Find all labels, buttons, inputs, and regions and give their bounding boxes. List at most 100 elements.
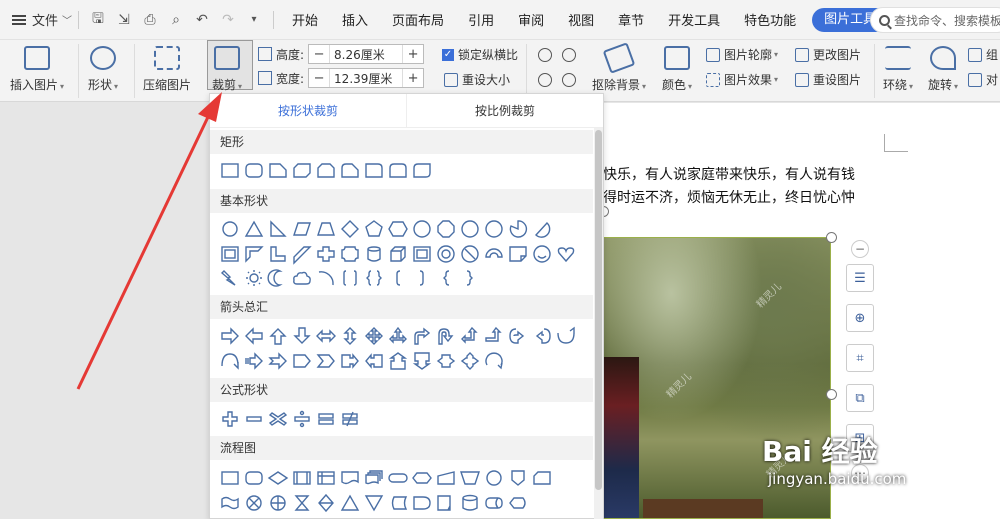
export-icon[interactable]: ⇲ [111, 7, 137, 33]
magnetic-disk-shape-icon[interactable] [458, 492, 482, 514]
curved-left-arrow-shape-icon[interactable] [530, 325, 554, 347]
left-right-arrow-shape-icon[interactable] [314, 325, 338, 347]
height-stepper[interactable]: − 8.26厘米 + [308, 44, 425, 64]
shape-button[interactable]: 形状 ▾ [88, 46, 118, 93]
manual-operation-shape-icon[interactable] [458, 467, 482, 489]
rectangle-shape-icon[interactable] [218, 160, 242, 182]
customize-quick-access-icon[interactable]: ▾ [241, 7, 267, 33]
heptagon-shape-icon[interactable] [410, 218, 434, 240]
decagon-shape-icon[interactable] [458, 218, 482, 240]
width-value[interactable]: 12.39厘米 [329, 69, 404, 87]
not-equal-shape-icon[interactable] [338, 408, 362, 430]
bent-up-arrow-shape-icon[interactable] [482, 325, 506, 347]
direct-access-storage-shape-icon[interactable] [482, 492, 506, 514]
contrast-down-icon[interactable] [562, 73, 576, 87]
remove-background-button[interactable]: 抠除背景 ▾ [592, 42, 646, 93]
search-input[interactable]: 查找命令、搜索模板 [870, 7, 1000, 33]
width-stepper[interactable]: − 12.39厘米 + [308, 68, 425, 88]
chord-shape-icon[interactable] [530, 218, 554, 240]
hexagon-shape-icon[interactable] [386, 218, 410, 240]
color-button[interactable]: 颜色 ▾ [662, 46, 692, 93]
rounded-rectangle-shape-icon[interactable] [242, 160, 266, 182]
l-shape-icon[interactable] [266, 243, 290, 265]
height-value[interactable]: 8.26厘米 [329, 45, 404, 63]
extract-shape-icon[interactable] [338, 492, 362, 514]
double-brace-shape-icon[interactable] [362, 267, 386, 289]
crop-button[interactable]: 裁剪 ▾ [212, 46, 242, 93]
process-shape-icon[interactable] [218, 467, 242, 489]
tab-references[interactable]: 引用 [456, 10, 506, 29]
cross-shape-icon[interactable] [314, 243, 338, 265]
group-button[interactable]: 组 [968, 46, 998, 63]
diagonal-stripe-shape-icon[interactable] [290, 243, 314, 265]
compress-picture-button[interactable]: 压缩图片 [143, 46, 191, 93]
triangle-shape-icon[interactable] [242, 218, 266, 240]
plus-shape-icon[interactable] [218, 408, 242, 430]
bent-arrow-shape-icon[interactable] [410, 325, 434, 347]
display-shape-icon[interactable] [506, 492, 530, 514]
collapse-toolbar-button[interactable]: − [851, 240, 869, 258]
striped-right-arrow-shape-icon[interactable] [242, 350, 266, 372]
right-arrow-shape-icon[interactable] [218, 325, 242, 347]
collate-shape-icon[interactable] [290, 492, 314, 514]
chevron-shape-icon[interactable] [314, 350, 338, 372]
terminator-shape-icon[interactable] [386, 467, 410, 489]
data-shape-icon[interactable] [290, 467, 314, 489]
tab-home[interactable]: 开始 [280, 10, 330, 29]
zoom-picture-button[interactable]: ⊕ [846, 304, 874, 332]
rotate-button[interactable]: 旋转 ▾ [928, 46, 958, 93]
left-right-up-arrow-shape-icon[interactable] [386, 325, 410, 347]
round-same-side-rectangle-shape-icon[interactable] [386, 160, 410, 182]
crop-float-button[interactable]: ⌗ [846, 344, 874, 372]
decrease-height-button[interactable]: − [309, 45, 329, 63]
folded-corner-shape-icon[interactable] [506, 243, 530, 265]
right-arrow-callout-shape-icon[interactable] [338, 350, 362, 372]
pie-shape-icon[interactable] [506, 218, 530, 240]
or-shape-icon[interactable] [266, 492, 290, 514]
parallelogram-shape-icon[interactable] [290, 218, 314, 240]
u-turn-arrow-shape-icon[interactable] [434, 325, 458, 347]
contrast-up-icon[interactable] [562, 48, 576, 62]
off-page-connector-shape-icon[interactable] [506, 467, 530, 489]
increase-width-button[interactable]: + [403, 69, 423, 87]
card-shape-icon[interactable] [530, 467, 554, 489]
stored-data-shape-icon[interactable] [386, 492, 410, 514]
lock-ratio-checkbox[interactable]: ✓ 锁定纵横比 [442, 46, 518, 63]
double-bracket-shape-icon[interactable] [338, 267, 362, 289]
merge-shape-icon[interactable] [362, 492, 386, 514]
tab-page-layout[interactable]: 页面布局 [380, 10, 456, 29]
layout-options-button[interactable]: ☰ [846, 264, 874, 292]
delay-shape-icon[interactable] [410, 492, 434, 514]
tab-crop-by-shape[interactable]: 按形状裁剪 [210, 94, 406, 127]
print-preview-icon[interactable]: ⌕ [163, 7, 189, 33]
reset-picture-button[interactable]: 重设图片 [795, 71, 861, 88]
insert-picture-button[interactable]: 插入图片 ▾ [10, 46, 64, 93]
tab-section[interactable]: 章节 [606, 10, 656, 29]
quad-arrow-callout-shape-icon[interactable] [458, 350, 482, 372]
document-shape-icon[interactable] [338, 467, 362, 489]
sequential-access-storage-shape-icon[interactable] [434, 492, 458, 514]
snip-rectangle-shape-icon[interactable] [266, 160, 290, 182]
up-arrow-shape-icon[interactable] [266, 325, 290, 347]
no-symbol-shape-icon[interactable] [458, 243, 482, 265]
pentagon-shape-icon[interactable] [362, 218, 386, 240]
octagon-shape-icon[interactable] [434, 218, 458, 240]
scrollbar-thumb[interactable] [595, 130, 602, 490]
sort-shape-icon[interactable] [314, 492, 338, 514]
right-triangle-shape-icon[interactable] [266, 218, 290, 240]
reset-size-button[interactable]: 重设大小 [444, 71, 510, 88]
brightness-down-icon[interactable] [538, 73, 552, 87]
multidocument-shape-icon[interactable] [362, 467, 386, 489]
change-picture-button[interactable]: 更改图片 [795, 46, 861, 63]
left-arrow-callout-shape-icon[interactable] [362, 350, 386, 372]
tab-review[interactable]: 审阅 [506, 10, 556, 29]
cloud-shape-icon[interactable] [290, 267, 314, 289]
multiply-shape-icon[interactable] [266, 408, 290, 430]
round-single-corner-rectangle-shape-icon[interactable] [362, 160, 386, 182]
replace-picture-button[interactable]: ⧉ [846, 384, 874, 412]
down-arrow-shape-icon[interactable] [290, 325, 314, 347]
left-arrow-shape-icon[interactable] [242, 325, 266, 347]
document-text[interactable]: 快乐，有人说家庭带来快乐，有人说有钱 得时运不济，烦恼无休无止，终日忧心忡 [603, 164, 893, 210]
lightning-bolt-shape-icon[interactable] [218, 267, 242, 289]
tab-crop-by-ratio[interactable]: 按比例裁剪 [406, 94, 603, 127]
